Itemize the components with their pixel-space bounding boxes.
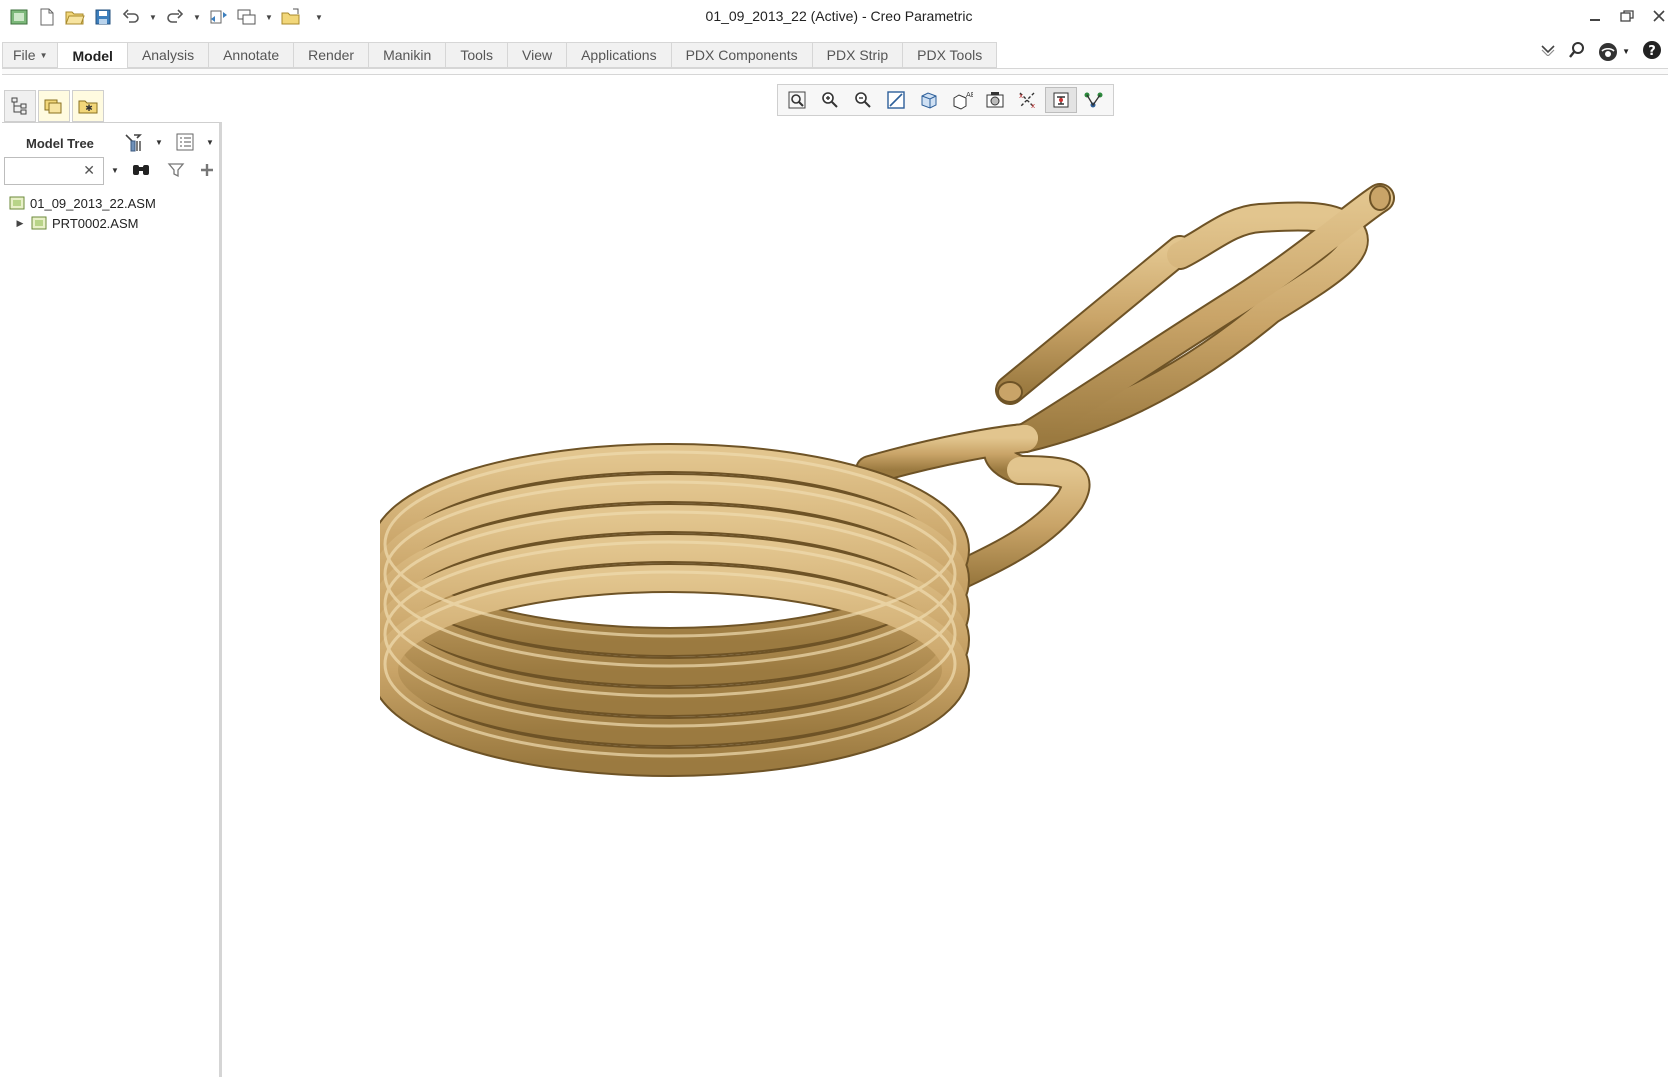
display-style-icon[interactable] (913, 87, 945, 113)
folder-browser-tab[interactable] (38, 90, 70, 122)
minimize-ribbon-icon[interactable] (1540, 44, 1556, 59)
add-icon[interactable] (196, 159, 218, 181)
svg-text:x: x (1031, 102, 1035, 110)
zoom-out-icon[interactable] (847, 87, 879, 113)
restore-icon[interactable] (1618, 6, 1636, 26)
assembly-icon (9, 196, 25, 210)
tab-applications[interactable]: Applications (567, 42, 672, 68)
tab-label: Model (72, 48, 113, 64)
model-tree-header: Model Tree ▼ ▼ (2, 127, 220, 155)
tab-model[interactable]: Model (58, 42, 128, 70)
annotation-display-icon[interactable] (1078, 87, 1110, 113)
settings-dropdown-icon[interactable]: ▼ (154, 131, 164, 153)
svg-text:✱: ✱ (85, 104, 93, 114)
tab-manikin[interactable]: Manikin (369, 42, 447, 68)
graphics-toolbar: AB xx (777, 84, 1114, 116)
chevron-down-icon: ▼ (1622, 47, 1630, 56)
search-input[interactable]: ✕ (4, 157, 104, 185)
view-manager-icon[interactable] (979, 87, 1011, 113)
repaint-icon[interactable] (880, 87, 912, 113)
tree-item-label: 01_09_2013_22.ASM (30, 195, 156, 211)
chevron-down-icon: ▼ (39, 50, 48, 60)
tab-label: Tools (460, 47, 493, 63)
datum-display-icon[interactable]: xx (1012, 87, 1044, 113)
tab-pdx-strip[interactable]: PDX Strip (812, 42, 904, 68)
tree-item-root[interactable]: 01_09_2013_22.ASM (2, 193, 220, 213)
search-icon[interactable] (1568, 41, 1586, 62)
tree-item-prt0002[interactable]: ▶ PRT0002.ASM (2, 213, 220, 233)
svg-text:AB: AB (966, 91, 973, 99)
ribbon-right-tools: ▼ ? (1540, 40, 1662, 63)
tab-label: Analysis (141, 47, 195, 63)
tab-analysis[interactable]: Analysis (127, 42, 210, 68)
saved-orientations-icon[interactable]: AB (946, 87, 978, 113)
search-dropdown-icon[interactable]: ▼ (110, 159, 120, 181)
navigator-tabs: ✱ (4, 90, 104, 122)
window-title: 01_09_2013_22 (Active) - Creo Parametric (705, 8, 973, 24)
favorites-tab[interactable]: ✱ (72, 90, 104, 122)
tab-pdx-tools[interactable]: PDX Tools (903, 42, 998, 68)
clear-search-icon[interactable]: ✕ (83, 162, 95, 179)
tab-view[interactable]: View (508, 42, 568, 68)
assembly-icon (31, 216, 47, 230)
tree-item-label: PRT0002.ASM (52, 215, 139, 231)
tab-render[interactable]: Render (294, 42, 370, 68)
tab-label: PDX Components (685, 47, 798, 63)
zoom-in-icon[interactable] (814, 87, 846, 113)
spin-center-icon[interactable] (1045, 87, 1077, 113)
model-tree-panel: Model Tree ▼ ▼ ✕ ▼ 01_09_2013_22.ASM ▶ P… (2, 122, 222, 1077)
settings-icon[interactable] (122, 131, 144, 153)
window-controls (1586, 6, 1668, 26)
show-icon[interactable] (174, 131, 196, 153)
tab-pdx-components[interactable]: PDX Components (671, 42, 813, 68)
tab-label: PDX Tools (917, 47, 983, 63)
title-bar: ▼ ▼ ▼ ▼ 01_09_2013_22 (Active) - Creo Pa… (0, 0, 1678, 34)
model-tree-tab[interactable] (4, 90, 36, 122)
expand-arrow-icon[interactable]: ▶ (14, 218, 26, 229)
tab-annotate[interactable]: Annotate (209, 42, 295, 68)
community-icon[interactable]: ▼ (1598, 42, 1630, 62)
tab-label: Applications (581, 47, 657, 63)
close-icon[interactable] (1650, 6, 1668, 26)
tab-file[interactable]: File ▼ (2, 42, 59, 68)
model-tree: 01_09_2013_22.ASM ▶ PRT0002.ASM (2, 193, 220, 233)
ribbon-collapsed-strip (2, 68, 1668, 75)
filter-icon[interactable] (165, 159, 187, 181)
show-dropdown-icon[interactable]: ▼ (205, 131, 215, 153)
tab-label: PDX Strip (826, 47, 889, 63)
tab-label: File (13, 47, 36, 63)
help-icon[interactable]: ? (1642, 40, 1662, 63)
coil-tube-model[interactable] (380, 170, 1470, 810)
tab-tools[interactable]: Tools (446, 42, 508, 68)
tab-label: Render (308, 47, 355, 63)
tab-label: View (522, 47, 553, 63)
tab-label: Manikin (383, 47, 432, 63)
svg-text:x: x (1019, 92, 1023, 100)
find-icon[interactable] (130, 159, 152, 181)
tab-label: Annotate (223, 47, 280, 63)
refit-icon[interactable] (781, 87, 813, 113)
svg-text:?: ? (1648, 44, 1656, 59)
model-tree-title: Model Tree (26, 136, 94, 151)
ribbon-tab-bar: File ▼ Model Analysis Annotate Render Man… (0, 42, 1678, 70)
minimize-icon[interactable] (1586, 6, 1604, 26)
